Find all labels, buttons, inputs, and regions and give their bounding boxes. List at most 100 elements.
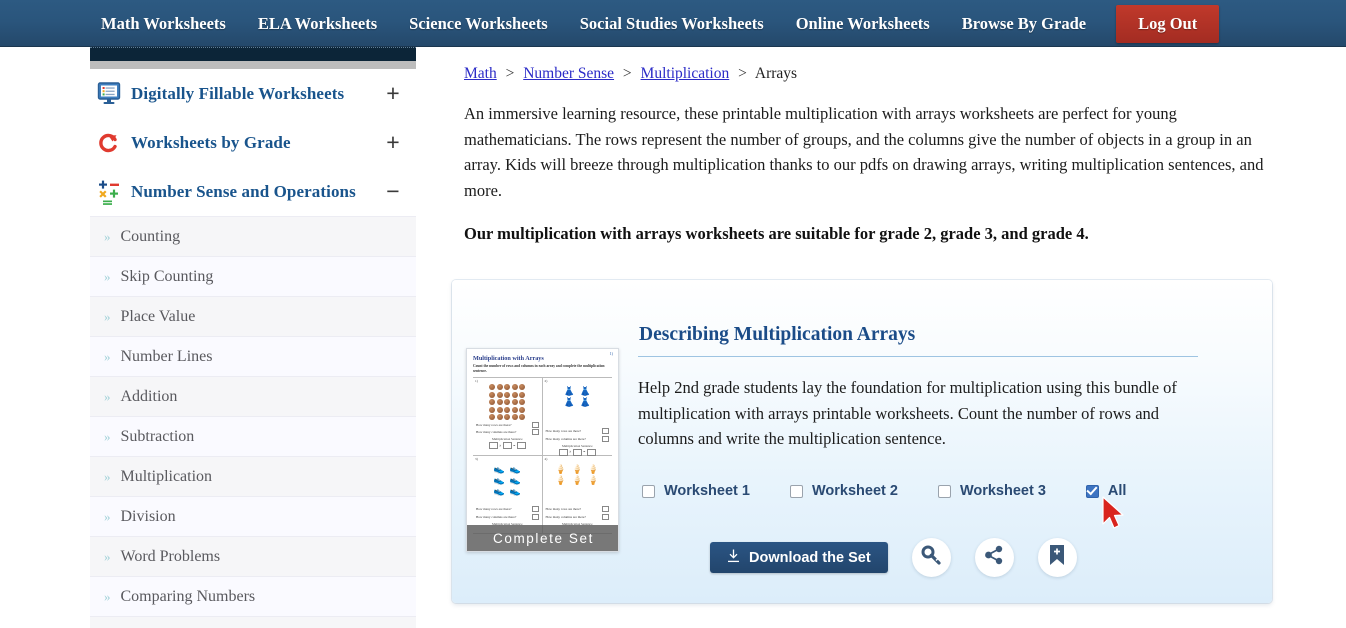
breadcrumb: Math > Number Sense > Multiplication > A… (464, 65, 1286, 83)
sidebar-item-subtraction[interactable]: » Subtraction (90, 416, 416, 456)
thumbnail-page-number: 1) (609, 351, 613, 356)
sidebar-item-ordering-numbers[interactable]: »Ordering Numbers (90, 616, 416, 628)
sidebar-item-comparing-numbers[interactable]: » Comparing Numbers (90, 576, 416, 616)
monitor-checklist-icon (95, 79, 125, 109)
sidebar-item-word-problems[interactable]: » Word Problems (90, 536, 416, 576)
chevron-right-icon: » (104, 428, 111, 444)
nav-item-browse-by-grade[interactable]: Browse By Grade (946, 0, 1102, 47)
worksheet-thumbnail[interactable]: 1) Multiplication with Arrays Count the … (466, 348, 619, 552)
thumbnail-instructions: Count the number of rows and columns in … (473, 364, 605, 373)
sidebar: Digitally Fillable Worksheets + Workshee… (90, 47, 416, 628)
row-question: How many rows are there? (545, 429, 582, 433)
download-button-label: Download the Set (749, 549, 871, 566)
checkbox-box[interactable] (937, 484, 951, 498)
chevron-right-icon: » (104, 508, 111, 524)
share-icon (984, 545, 1004, 570)
sentence-label: Multiplication Sentence (561, 443, 593, 448)
breadcrumb-separator: > (622, 65, 632, 82)
checkbox-box[interactable] (789, 484, 803, 498)
sidebar-item-multiplication[interactable]: » Multiplication (90, 456, 416, 496)
checkbox-label: Worksheet 2 (811, 483, 898, 499)
nav-item-science-worksheets[interactable]: Science Worksheets (393, 0, 564, 47)
sidebar-section-digitally-fillable-worksheets[interactable]: Digitally Fillable Worksheets + (90, 69, 416, 118)
thumbnail-question-grid: 1) How many rows are there? How many col… (473, 377, 612, 534)
bookmark-add-button[interactable] (1037, 538, 1077, 577)
breadcrumb-link-multiplication[interactable]: Multiplication (641, 65, 730, 82)
nav-item-online-worksheets[interactable]: Online Worksheets (780, 0, 946, 47)
collapse-toggle-icon[interactable]: − (383, 180, 403, 203)
logout-button[interactable]: Log Out (1116, 4, 1220, 43)
checkbox-worksheet-3[interactable]: Worksheet 3 (937, 483, 1046, 499)
thumbnail-question: 2) 👗 👗 👗 👗 How many rows are there? How ma… (542, 378, 612, 456)
sidebar-item-division[interactable]: » Division (90, 496, 416, 536)
answer-box[interactable] (531, 429, 539, 436)
sidebar-item-skip-counting[interactable]: » Skip Counting (90, 256, 416, 296)
nav-item-math-worksheets[interactable]: Math Worksheets (85, 0, 242, 47)
sidebar-gray-divider (90, 61, 416, 69)
answer-key-button[interactable] (911, 538, 951, 577)
chevron-right-icon: » (104, 308, 111, 324)
question-number: 4) (544, 457, 548, 461)
sidebar-item-label: Skip Counting (120, 267, 214, 285)
answer-box[interactable] (531, 506, 539, 512)
expand-toggle-icon[interactable]: + (383, 82, 403, 105)
column-question: How many columns are there? (476, 430, 517, 435)
answer-box[interactable] (602, 506, 609, 512)
question-number: 3) (475, 457, 478, 461)
intro-bold-line: Our multiplication with arrays worksheet… (464, 224, 1089, 243)
sidebar-section-worksheets-by-grade[interactable]: Worksheets by Grade + (90, 118, 416, 167)
row-question: How many rows are there? (545, 507, 582, 511)
answer-box[interactable] (602, 513, 609, 520)
checkbox-label: Worksheet 1 (664, 483, 750, 499)
worksheet-card: 1) Multiplication with Arrays Count the … (452, 280, 1272, 603)
thumbnail-page: 1) Multiplication with Arrays Count the … (467, 349, 618, 551)
sidebar-item-place-value[interactable]: » Place Value (90, 296, 416, 336)
thumbnail-question: 3) 👟 👟 👟 👟 👟 👟 How many rows are there? How… (473, 456, 543, 534)
sidebar-item-number-lines[interactable]: » Number Lines (90, 336, 416, 376)
answer-box[interactable] (602, 435, 609, 442)
thumbnail-title: Multiplication with Arrays (473, 355, 544, 362)
checkbox-label: All (1107, 483, 1127, 499)
refresh-circle-icon (95, 128, 125, 158)
breadcrumb-link-number-sense[interactable]: Number Sense (523, 65, 614, 82)
expand-toggle-icon[interactable]: + (383, 131, 403, 154)
column-question: How many columns are there? (545, 436, 586, 441)
sidebar-section-label: Worksheets by Grade (131, 132, 291, 152)
row-question: How many rows are there? (476, 507, 512, 511)
nav-item-social-studies-worksheets[interactable]: Social Studies Worksheets (564, 0, 780, 47)
chevron-right-icon: » (104, 268, 111, 284)
top-navigation-bar: Math Worksheets ELA Worksheets Science W… (0, 0, 1346, 47)
array-dresses: 👗 👗 👗 👗 (563, 386, 591, 407)
complete-set-label[interactable]: Complete Set (467, 525, 618, 551)
breadcrumb-current-arrays: Arrays (754, 65, 798, 82)
checkbox-all[interactable]: All (1085, 483, 1127, 499)
share-button[interactable] (974, 538, 1014, 577)
array-shoes: 👟 👟 👟 👟 👟 👟 (493, 464, 521, 496)
answer-box[interactable] (531, 513, 539, 520)
sidebar-section-label: Digitally Fillable Worksheets (131, 83, 345, 103)
worksheet-title[interactable]: Describing Multiplication Arrays (639, 324, 915, 346)
sidebar-collapsed-bar[interactable] (90, 47, 416, 61)
worksheet-checkbox-row: Worksheet 1 Worksheet 2 Worksheet 3 All (642, 483, 1126, 499)
sidebar-section-label: Number Sense and Operations (131, 181, 356, 201)
chevron-right-icon: » (104, 228, 111, 244)
checkbox-worksheet-1[interactable]: Worksheet 1 (642, 483, 750, 499)
sidebar-item-addition[interactable]: » Addition (90, 376, 416, 416)
checkbox-box[interactable] (642, 484, 655, 498)
download-the-set-button[interactable]: Download the Set (710, 542, 888, 573)
sidebar-item-label: Place Value (120, 307, 196, 325)
nav-item-ela-worksheets[interactable]: ELA Worksheets (242, 0, 393, 47)
sidebar-item-label: Counting (120, 227, 181, 245)
breadcrumb-link-math[interactable]: Math (464, 65, 497, 82)
checkbox-box-checked[interactable] (1085, 484, 1099, 498)
sidebar-item-counting[interactable]: » Counting (90, 216, 416, 256)
worksheet-action-row: Download the Set (710, 538, 1077, 577)
answer-box[interactable] (602, 428, 609, 434)
checkbox-worksheet-2[interactable]: Worksheet 2 (789, 483, 898, 499)
sidebar-section-number-sense-and-operations[interactable]: Number Sense and Operations − (90, 167, 416, 216)
answer-box[interactable] (531, 421, 539, 428)
sidebar-subcategory-list: » Counting » Skip Counting » Place Value » Numb… (90, 216, 416, 628)
sidebar-item-label: Number Lines (120, 347, 213, 365)
title-divider (638, 356, 1198, 357)
sentence-label: Multiplication Sentence (491, 437, 523, 442)
